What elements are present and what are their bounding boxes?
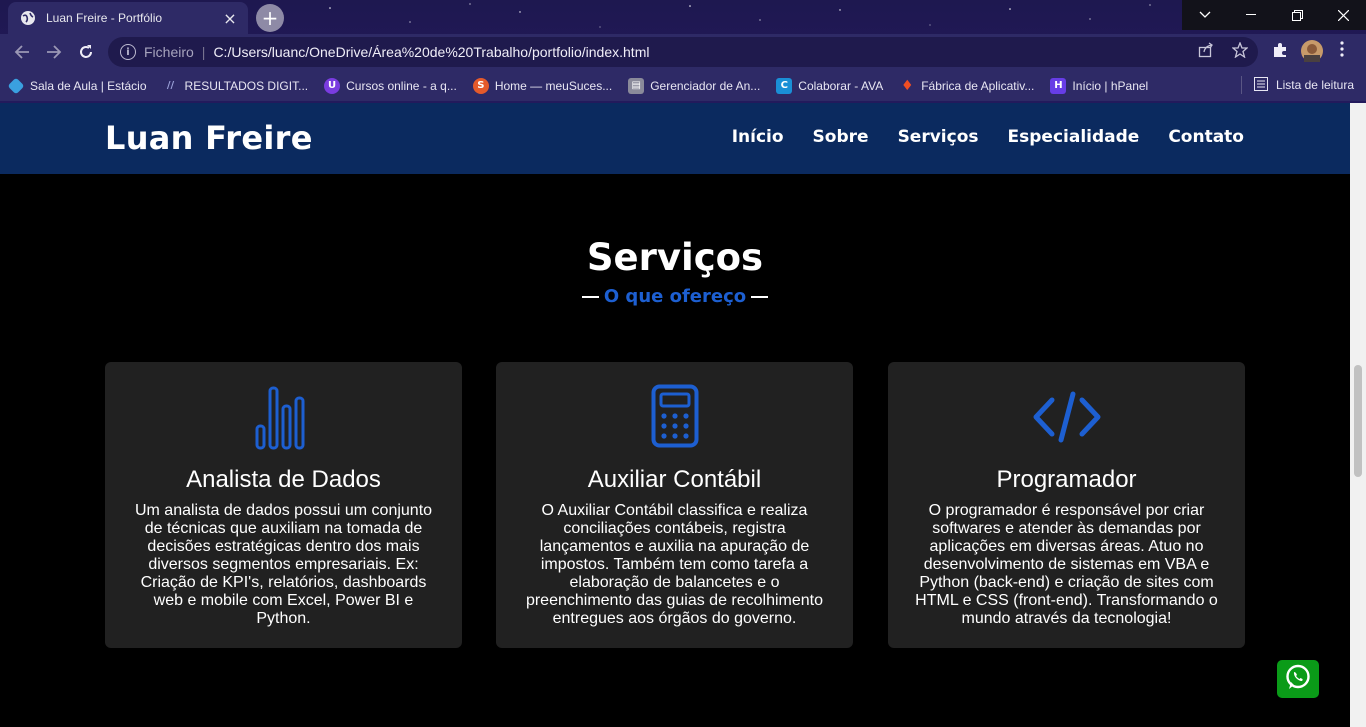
section-title: Serviços bbox=[586, 236, 764, 279]
bookmark-label: Gerenciador de An... bbox=[650, 78, 761, 93]
bookmark-label: Home — meuSuces... bbox=[494, 78, 613, 93]
nav-inicio[interactable]: Início bbox=[732, 127, 784, 147]
c-icon: C bbox=[776, 77, 793, 94]
nav-sobre[interactable]: Sobre bbox=[813, 127, 869, 147]
address-bar[interactable]: i Ficheiro | C:/Users/luanc/OneDrive/Áre… bbox=[108, 37, 1258, 67]
bookmark-item[interactable]: H Início | hPanel bbox=[1050, 77, 1149, 94]
subtitle-dash-right bbox=[751, 296, 769, 298]
extensions-puzzle-icon[interactable] bbox=[1272, 42, 1288, 62]
bookmark-label: Colaborar - AVA bbox=[798, 78, 884, 93]
nav-servicos[interactable]: Serviços bbox=[898, 127, 979, 147]
reading-list-button[interactable]: Lista de leitura bbox=[1240, 76, 1354, 94]
subtitle-dash-left bbox=[581, 296, 599, 298]
bar-chart-icon bbox=[105, 384, 462, 450]
restore-icon[interactable] bbox=[1274, 0, 1320, 30]
forward-arrow-icon[interactable] bbox=[42, 40, 66, 64]
bookmarks-bar: Sala de Aula | Estácio // RESULTADOS DIG… bbox=[0, 70, 1366, 101]
bookmark-item[interactable]: Sala de Aula | Estácio bbox=[7, 77, 147, 94]
tab-close-icon[interactable]: × bbox=[222, 9, 238, 28]
bookmark-label: RESULTADOS DIGIT... bbox=[184, 78, 309, 93]
subtitle-text: O que ofereço bbox=[603, 286, 747, 307]
tab-title: Luan Freire - Portfólio bbox=[46, 11, 163, 25]
browser-chrome: Luan Freire - Portfólio × + i Ficheiro |… bbox=[0, 0, 1366, 103]
bookmark-label: Cursos online - a q... bbox=[346, 78, 457, 93]
calculator-icon bbox=[496, 384, 853, 450]
bookmark-label: Fábrica de Aplicativ... bbox=[921, 78, 1035, 93]
page-scrollbar[interactable] bbox=[1350, 103, 1366, 727]
card-title: Auxiliar Contábil bbox=[587, 466, 762, 493]
info-icon[interactable]: i bbox=[120, 44, 136, 60]
site-logo[interactable]: Luan Freire bbox=[105, 119, 313, 157]
url-scheme-label: Ficheiro bbox=[144, 44, 194, 60]
url-text[interactable]: C:/Users/luanc/OneDrive/Área%20de%20Trab… bbox=[213, 44, 649, 60]
back-arrow-icon[interactable] bbox=[10, 40, 34, 64]
new-tab-button[interactable]: + bbox=[256, 4, 284, 32]
bookmark-item[interactable]: U Cursos online - a q... bbox=[324, 77, 457, 94]
service-card-contabil: Auxiliar Contábil O Auxiliar Contábil cl… bbox=[496, 362, 853, 648]
h-icon: H bbox=[1050, 77, 1067, 94]
card-title: Analista de Dados bbox=[186, 466, 381, 493]
nav-contato[interactable]: Contato bbox=[1168, 127, 1244, 147]
close-window-icon[interactable] bbox=[1320, 0, 1366, 30]
nav-especialidade[interactable]: Especialidade bbox=[1008, 127, 1140, 147]
card-title: Programador bbox=[996, 466, 1137, 493]
reading-list-icon bbox=[1253, 76, 1268, 94]
service-card-analista: Analista de Dados Um analista de dados p… bbox=[105, 362, 462, 648]
reload-icon[interactable] bbox=[74, 40, 98, 64]
slashes-icon: // bbox=[166, 80, 175, 91]
s-icon: S bbox=[472, 77, 489, 94]
bookmark-label: Início | hPanel bbox=[1072, 78, 1149, 93]
card-text: O Auxiliar Contábil classifica e realiza… bbox=[525, 502, 824, 627]
url-separator: | bbox=[201, 44, 206, 60]
bookmark-item[interactable]: S Home — meuSuces... bbox=[472, 77, 613, 94]
code-icon bbox=[888, 384, 1245, 450]
doc-icon: ▤ bbox=[628, 77, 645, 94]
card-text: O programador é responsável por criar so… bbox=[915, 502, 1218, 627]
service-card-programador: Programador O programador é responsável … bbox=[888, 362, 1245, 648]
main-nav: Início Sobre Serviços Especialidade Cont… bbox=[732, 127, 1244, 147]
bookmark-item[interactable]: ♦ Fábrica de Aplicativ... bbox=[899, 78, 1034, 94]
card-text: Um analista de dados possui um conjunto … bbox=[134, 502, 433, 627]
section-subtitle: O que ofereço bbox=[0, 286, 1350, 307]
scrollbar-thumb[interactable] bbox=[1354, 365, 1362, 477]
profile-avatar[interactable] bbox=[1301, 40, 1323, 66]
tab-search-icon[interactable] bbox=[1182, 0, 1228, 30]
flame-icon: ♦ bbox=[900, 77, 914, 94]
browser-toolbar: i Ficheiro | C:/Users/luanc/OneDrive/Áre… bbox=[0, 34, 1366, 70]
whatsapp-icon bbox=[1284, 663, 1312, 695]
bookmarks-divider bbox=[1240, 76, 1242, 94]
bookmark-star-icon[interactable] bbox=[1231, 41, 1249, 62]
bookmark-item[interactable]: // RESULTADOS DIGIT... bbox=[163, 78, 309, 94]
globe-icon bbox=[20, 10, 36, 26]
minimize-icon[interactable] bbox=[1228, 0, 1274, 30]
reading-list-label: Lista de leitura bbox=[1275, 78, 1354, 92]
more-menu-icon[interactable] bbox=[1340, 40, 1344, 62]
bookmark-item[interactable]: ▤ Gerenciador de An... bbox=[628, 77, 761, 94]
bookmark-label: Sala de Aula | Estácio bbox=[30, 78, 147, 93]
share-icon[interactable] bbox=[1198, 42, 1214, 62]
u-icon: U bbox=[324, 77, 341, 94]
diamond-icon bbox=[7, 77, 25, 94]
page-viewport: Luan Freire Início Sobre Serviços Especi… bbox=[0, 103, 1350, 727]
site-header: Luan Freire Início Sobre Serviços Especi… bbox=[0, 103, 1350, 174]
tab-active[interactable]: Luan Freire - Portfólio × bbox=[8, 2, 248, 34]
tab-strip: Luan Freire - Portfólio × + bbox=[0, 0, 1366, 34]
whatsapp-button[interactable] bbox=[1277, 660, 1319, 698]
bookmark-item[interactable]: C Colaborar - AVA bbox=[776, 77, 884, 94]
